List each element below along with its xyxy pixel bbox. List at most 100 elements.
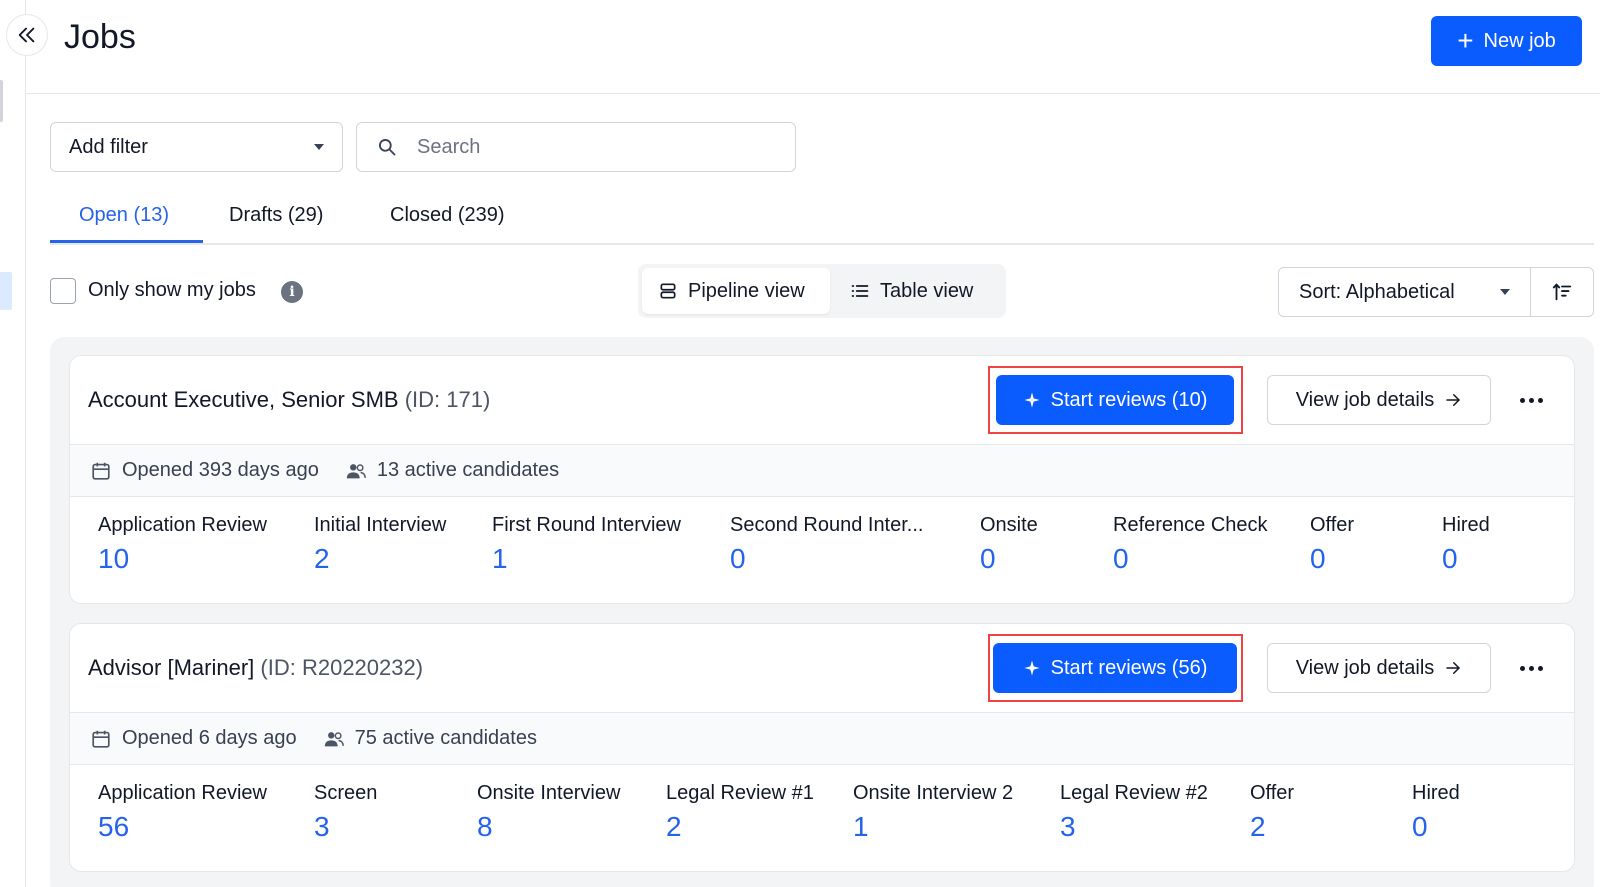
stage-count[interactable]: 0 — [1310, 543, 1354, 575]
stage-count[interactable]: 0 — [730, 543, 923, 575]
more-options-button[interactable] — [1510, 384, 1552, 416]
candidates-text: 75 active candidates — [354, 727, 537, 749]
active-candidates: 13 active candidates — [345, 459, 559, 482]
more-options-button[interactable] — [1510, 652, 1552, 684]
pipeline-stage: Reference Check 0 — [1113, 514, 1268, 575]
start-reviews-label: Start reviews (10) — [1050, 388, 1208, 411]
sort-dropdown[interactable]: Sort: Alphabetical — [1279, 268, 1531, 316]
pipeline-view-label: Pipeline view — [688, 279, 805, 302]
job-id: (ID: R20220232) — [260, 655, 424, 680]
calendar-icon — [92, 462, 110, 480]
only-my-jobs-label: Only show my jobs — [88, 279, 256, 301]
search-icon — [379, 139, 396, 156]
dot — [1528, 397, 1534, 403]
start-reviews-label: Start reviews (56) — [1050, 656, 1208, 679]
job-meta: Opened 393 days ago 13 active candidates — [70, 445, 1574, 497]
search-box — [356, 122, 796, 172]
users-icon — [324, 731, 344, 746]
stage-count[interactable]: 10 — [98, 543, 267, 575]
dot — [1528, 665, 1534, 671]
view-job-details-button[interactable]: View job details — [1267, 375, 1491, 425]
sparkle-icon — [1024, 660, 1040, 676]
plus-icon: + — [1457, 25, 1474, 56]
pipeline-stage: Offer 2 — [1250, 782, 1294, 843]
sort-control: Sort: Alphabetical — [1278, 267, 1594, 317]
calendar-icon — [92, 730, 110, 748]
dot — [1537, 397, 1543, 403]
info-icon[interactable]: i — [281, 281, 303, 303]
stage-count[interactable]: 56 — [98, 811, 267, 843]
pipeline-stage: Application Review 56 — [98, 782, 267, 843]
sort-direction-button[interactable] — [1531, 268, 1593, 316]
active-candidates: 75 active candidates — [323, 727, 537, 750]
job-title[interactable]: Account Executive, Senior SMB (ID: 171) — [88, 387, 490, 413]
sparkle-icon — [1024, 392, 1040, 408]
stage-name: Legal Review #2 — [1060, 782, 1208, 804]
view-job-details-label: View job details — [1295, 388, 1435, 411]
stage-name: Application Review — [98, 782, 267, 804]
add-filter-dropdown[interactable]: Add filter — [50, 122, 343, 172]
pipeline-stage: Second Round Inter... 0 — [730, 514, 923, 575]
job-title[interactable]: Advisor [Mariner] (ID: R20220232) — [88, 655, 423, 681]
caret-down-icon — [1500, 289, 1510, 295]
stage-name: Initial Interview — [314, 514, 447, 536]
left-rail — [0, 0, 26, 887]
collapse-sidebar-button[interactable] — [6, 14, 48, 56]
stage-count[interactable]: 0 — [1442, 543, 1490, 575]
stage-name: Onsite Interview — [477, 782, 621, 804]
double-chevron-left-icon — [18, 27, 35, 43]
dot — [1519, 665, 1525, 671]
pipeline-stage: Onsite 0 — [980, 514, 1038, 575]
job-title-text: Account Executive, Senior SMB — [88, 387, 399, 412]
pipeline-stage: First Round Interview 1 — [492, 514, 681, 575]
stage-name: Onsite Interview 2 — [853, 782, 1014, 804]
stage-count[interactable]: 2 — [314, 543, 446, 575]
stage-count[interactable]: 0 — [1412, 811, 1460, 843]
job-title-text: Advisor [Mariner] — [88, 655, 255, 680]
add-filter-label: Add filter — [69, 135, 148, 158]
stage-count[interactable]: 2 — [1250, 811, 1294, 843]
tab-closed[interactable]: Closed (239) — [390, 204, 505, 227]
pipeline-stage: Screen 3 — [314, 782, 377, 843]
only-my-jobs-checkbox[interactable] — [50, 278, 76, 304]
job-status-tabs: Open (13) Drafts (29) Closed (239) — [50, 196, 1594, 245]
stage-count[interactable]: 3 — [1060, 811, 1208, 843]
new-job-label: New job — [1483, 29, 1556, 52]
start-reviews-button[interactable]: Start reviews (56) — [993, 643, 1237, 693]
stage-count[interactable]: 1 — [853, 811, 1013, 843]
stage-name: First Round Interview — [492, 514, 681, 536]
stage-count[interactable]: 0 — [980, 543, 1038, 575]
dot — [1519, 397, 1525, 403]
stage-name: Offer — [1310, 514, 1355, 536]
new-job-button[interactable]: + New job — [1431, 16, 1582, 66]
job-card-header: Account Executive, Senior SMB (ID: 171) … — [70, 356, 1574, 445]
pipeline-stage: Onsite Interview 8 — [477, 782, 620, 843]
pipeline-stage: Offer 0 — [1310, 514, 1354, 575]
tab-drafts[interactable]: Drafts (29) — [229, 204, 323, 227]
arrow-right-icon — [1446, 394, 1461, 406]
view-toggle: Pipeline view Table view — [638, 264, 1006, 318]
start-reviews-button[interactable]: Start reviews (10) — [996, 375, 1234, 425]
rail-active-indicator — [0, 272, 12, 310]
tab-open[interactable]: Open (13) — [79, 204, 169, 227]
search-input[interactable] — [417, 135, 775, 159]
pipeline-icon — [660, 283, 676, 299]
opened-date: Opened 393 days ago — [90, 459, 319, 482]
opened-text: Opened 6 days ago — [122, 727, 297, 749]
stage-name: Screen — [314, 782, 378, 804]
dot — [1537, 665, 1543, 671]
stage-name: Legal Review #1 — [666, 782, 814, 804]
stage-count[interactable]: 2 — [666, 811, 814, 843]
pipeline-stage: Initial Interview 2 — [314, 514, 446, 575]
stage-count[interactable]: 8 — [477, 811, 620, 843]
stage-count[interactable]: 1 — [492, 543, 681, 575]
table-view-button[interactable]: Table view — [834, 268, 1002, 314]
job-card: Advisor [Mariner] (ID: R20220232) Start … — [69, 623, 1575, 872]
pipeline-view-button[interactable]: Pipeline view — [642, 268, 830, 314]
rail-indicator — [0, 80, 3, 122]
view-job-details-button[interactable]: View job details — [1267, 643, 1491, 693]
stage-count[interactable]: 0 — [1113, 543, 1268, 575]
stage-count[interactable]: 3 — [314, 811, 377, 843]
pipeline-stage: Legal Review #1 2 — [666, 782, 814, 843]
stage-name: Hired — [1412, 782, 1460, 804]
